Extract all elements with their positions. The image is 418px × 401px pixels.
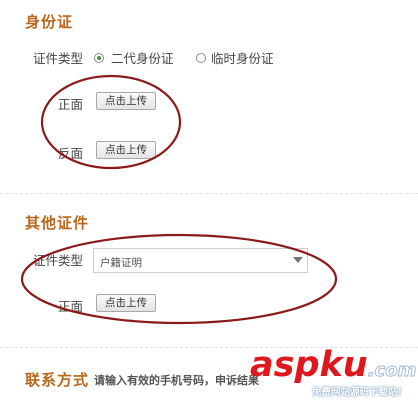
annotation-circle-id-uploads (40, 74, 182, 170)
watermark-tagline: 免费网站源码下载站！ (312, 387, 408, 398)
annotation-overlay (20, 74, 338, 325)
annotation-circle-other-document (20, 233, 338, 325)
watermark-brand: aspku (250, 345, 368, 385)
watermark-suffix: .com (367, 360, 417, 382)
